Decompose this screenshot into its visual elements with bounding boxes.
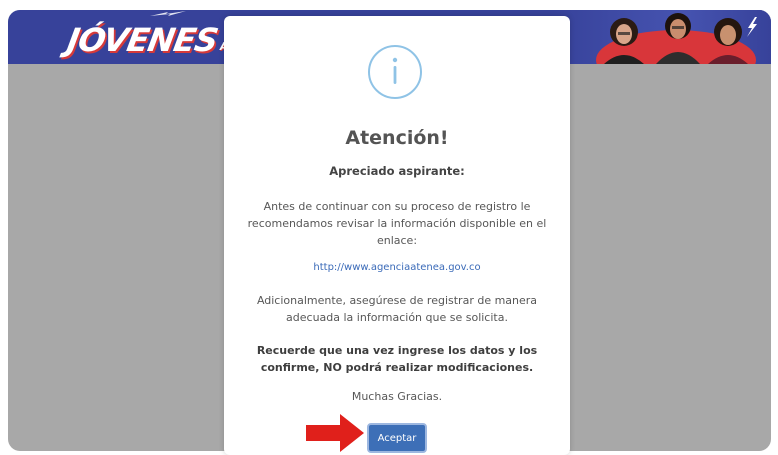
attention-dialog: Atención! Apreciado aspirante: Antes de … [224,16,570,455]
red-arrow-icon [306,414,364,452]
dialog-paragraph-1: Antes de continuar con su proceso de reg… [247,200,547,247]
dialog-title: Atención! [345,127,449,149]
accept-button[interactable]: Aceptar [367,423,427,453]
students-photo [596,13,756,64]
info-icon [368,45,422,99]
dialog-thanks: Muchas Gracias. [351,390,443,403]
dialog-paragraph-2: Adicionalmente, asegúrese de registrar d… [256,294,538,324]
lightning-bolt-icon [747,17,757,37]
lightning-bolt-icon [150,11,186,16]
logo-text-main: JÓVENES [64,21,221,59]
dialog-greeting: Apreciado aspirante: [329,164,465,178]
dialog-warning: Recuerde que una vez ingrese los datos y… [256,344,538,374]
agency-link[interactable]: http://www.agenciaatenea.gov.co [224,262,570,273]
